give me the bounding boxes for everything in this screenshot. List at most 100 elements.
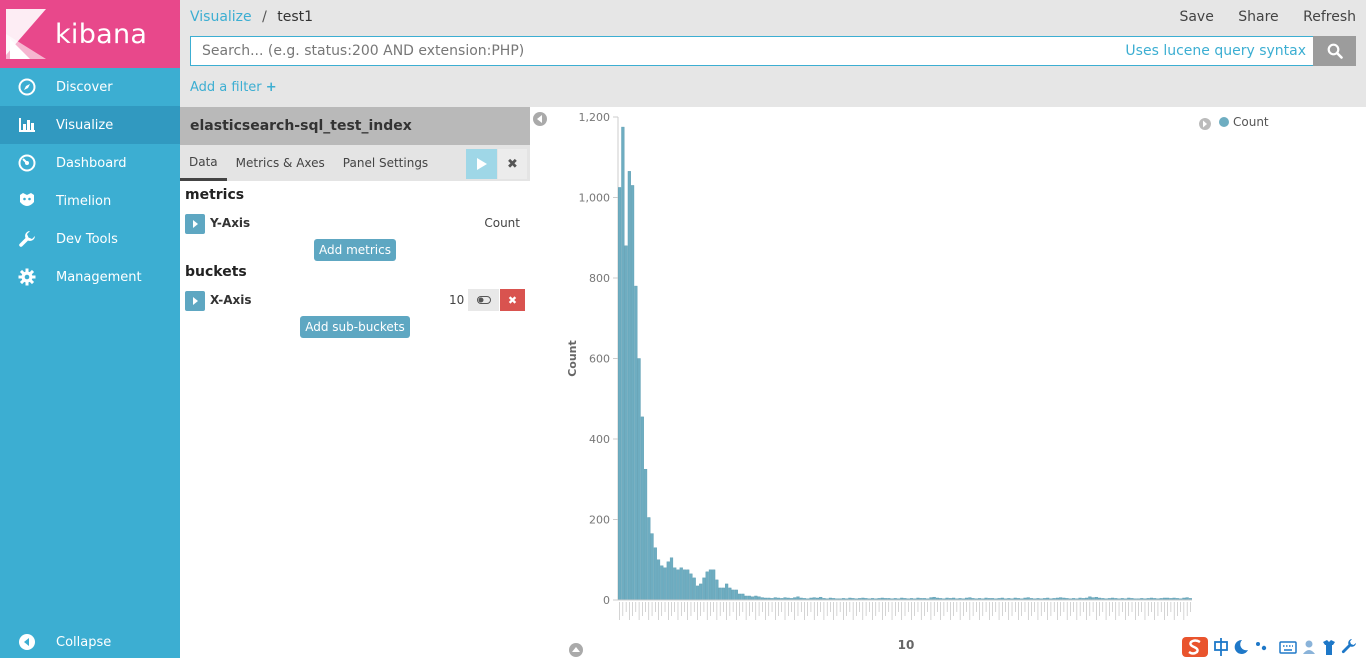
y-axis-agg-row[interactable]: Y-Axis Count (180, 212, 530, 234)
bar[interactable] (728, 587, 732, 601)
wrench-icon (18, 230, 36, 248)
chevron-left-circle-icon (18, 633, 36, 651)
bar[interactable] (627, 171, 631, 601)
tab-panel-settings[interactable]: Panel Settings (334, 145, 437, 181)
bar[interactable] (754, 595, 758, 601)
sidebar-item-label: Discover (56, 79, 113, 95)
bar[interactable] (631, 185, 635, 601)
refresh-button[interactable]: Refresh (1303, 9, 1356, 25)
bar[interactable] (650, 533, 654, 601)
bar[interactable] (660, 565, 664, 601)
sidebar-item-discover[interactable]: Discover (0, 68, 180, 106)
gear-icon (18, 268, 36, 286)
legend-label[interactable]: Count (1233, 115, 1269, 129)
bar-chart: 0 200 400 600 800 1,000 1,200 Count 10 Count (533, 111, 1269, 657)
add-filter-button[interactable]: Add a filter + (190, 80, 277, 95)
tab-data[interactable]: Data (180, 145, 227, 181)
bar[interactable] (718, 587, 722, 601)
bar[interactable] (676, 569, 680, 601)
sidebar-item-visualize[interactable]: Visualize (0, 106, 180, 144)
breadcrumb-visualize-link[interactable]: Visualize (190, 9, 252, 25)
kibana-logo-icon (6, 9, 46, 59)
bar[interactable] (624, 245, 628, 601)
search-icon (1327, 43, 1343, 59)
bar[interactable] (621, 126, 625, 601)
bar[interactable] (663, 567, 667, 601)
bar[interactable] (656, 559, 661, 601)
save-button[interactable]: Save (1179, 9, 1213, 25)
bar[interactable] (647, 517, 651, 601)
bar[interactable] (738, 593, 742, 601)
expand-toggle[interactable] (185, 214, 205, 234)
bar[interactable] (689, 573, 693, 601)
search-button[interactable] (1313, 36, 1356, 66)
timelion-icon (18, 192, 36, 210)
bar[interactable] (715, 579, 719, 601)
y-tick-label: 1,200 (579, 111, 611, 124)
bar[interactable] (712, 569, 716, 601)
user-icon[interactable] (1303, 640, 1315, 655)
bar[interactable] (744, 595, 748, 601)
tab-metrics-axes[interactable]: Metrics & Axes (227, 145, 334, 181)
add-filter-label: Add a filter (190, 80, 262, 95)
lucene-syntax-link[interactable]: Uses lucene query syntax (1125, 43, 1306, 59)
bar[interactable] (634, 285, 638, 601)
kibana-logo[interactable]: kibana (0, 0, 180, 68)
bar[interactable] (702, 577, 706, 601)
bar[interactable] (686, 569, 690, 601)
bar[interactable] (682, 569, 687, 601)
bar[interactable] (669, 557, 674, 601)
bar[interactable] (679, 567, 683, 601)
search-input[interactable] (191, 37, 1126, 65)
y-axis-title: Count (566, 340, 579, 377)
toggle-agg-button[interactable] (468, 289, 499, 311)
bar[interactable] (695, 585, 700, 601)
bar[interactable] (643, 468, 648, 601)
sidebar-item-dashboard[interactable]: Dashboard (0, 144, 180, 182)
bar[interactable] (666, 561, 670, 601)
bar[interactable] (673, 567, 677, 601)
bar[interactable] (692, 577, 696, 601)
keyboard-icon[interactable] (1279, 641, 1297, 654)
bar[interactable] (721, 587, 725, 601)
punctuation-icon[interactable] (1256, 642, 1267, 651)
bar[interactable] (747, 595, 751, 601)
close-icon: ✖ (507, 293, 518, 307)
bar[interactable] (699, 583, 703, 601)
sogou-ime-icon[interactable] (1182, 637, 1208, 657)
tools-wrench-icon[interactable] (1341, 639, 1356, 654)
bar[interactable] (741, 593, 745, 601)
remove-agg-button[interactable]: ✖ (500, 289, 525, 311)
skin-shirt-icon[interactable] (1323, 640, 1335, 655)
bar[interactable] (708, 569, 713, 601)
bar[interactable] (640, 416, 644, 601)
add-sub-buckets-button[interactable]: Add sub-buckets (300, 316, 410, 338)
bar[interactable] (637, 358, 641, 601)
y-axis-value: Count (484, 216, 520, 230)
sidebar-item-management[interactable]: Management (0, 258, 180, 296)
gauge-icon (18, 154, 36, 172)
x-axis-agg-row[interactable]: X-Axis 10 ✖ (180, 289, 530, 311)
bar[interactable] (618, 187, 622, 601)
legend-color-dot (1219, 117, 1229, 127)
apply-changes-button[interactable] (466, 149, 497, 179)
add-metrics-button[interactable]: Add metrics (314, 239, 396, 261)
share-button[interactable]: Share (1238, 9, 1278, 25)
bar[interactable] (731, 589, 735, 601)
collapse-button[interactable]: Collapse (0, 626, 180, 658)
x-axis-value: 10 (449, 293, 465, 307)
x-axis-label: X-Axis (210, 293, 252, 307)
expand-toggle[interactable] (185, 291, 205, 311)
chinese-mode-icon[interactable] (1214, 638, 1228, 656)
bar[interactable] (705, 571, 709, 601)
bar[interactable] (725, 583, 729, 601)
y-tick-label: 0 (603, 594, 610, 607)
bar[interactable] (653, 547, 657, 601)
bar[interactable] (734, 589, 738, 601)
discard-changes-button[interactable]: ✖ (498, 149, 527, 179)
moon-icon[interactable] (1234, 639, 1248, 654)
vis-editor-panel: elasticsearch-sql_test_index Data Metric… (180, 107, 530, 658)
sidebar-item-dev-tools[interactable]: Dev Tools (0, 220, 180, 258)
close-icon: ✖ (507, 156, 518, 172)
sidebar-item-timelion[interactable]: Timelion (0, 182, 180, 220)
